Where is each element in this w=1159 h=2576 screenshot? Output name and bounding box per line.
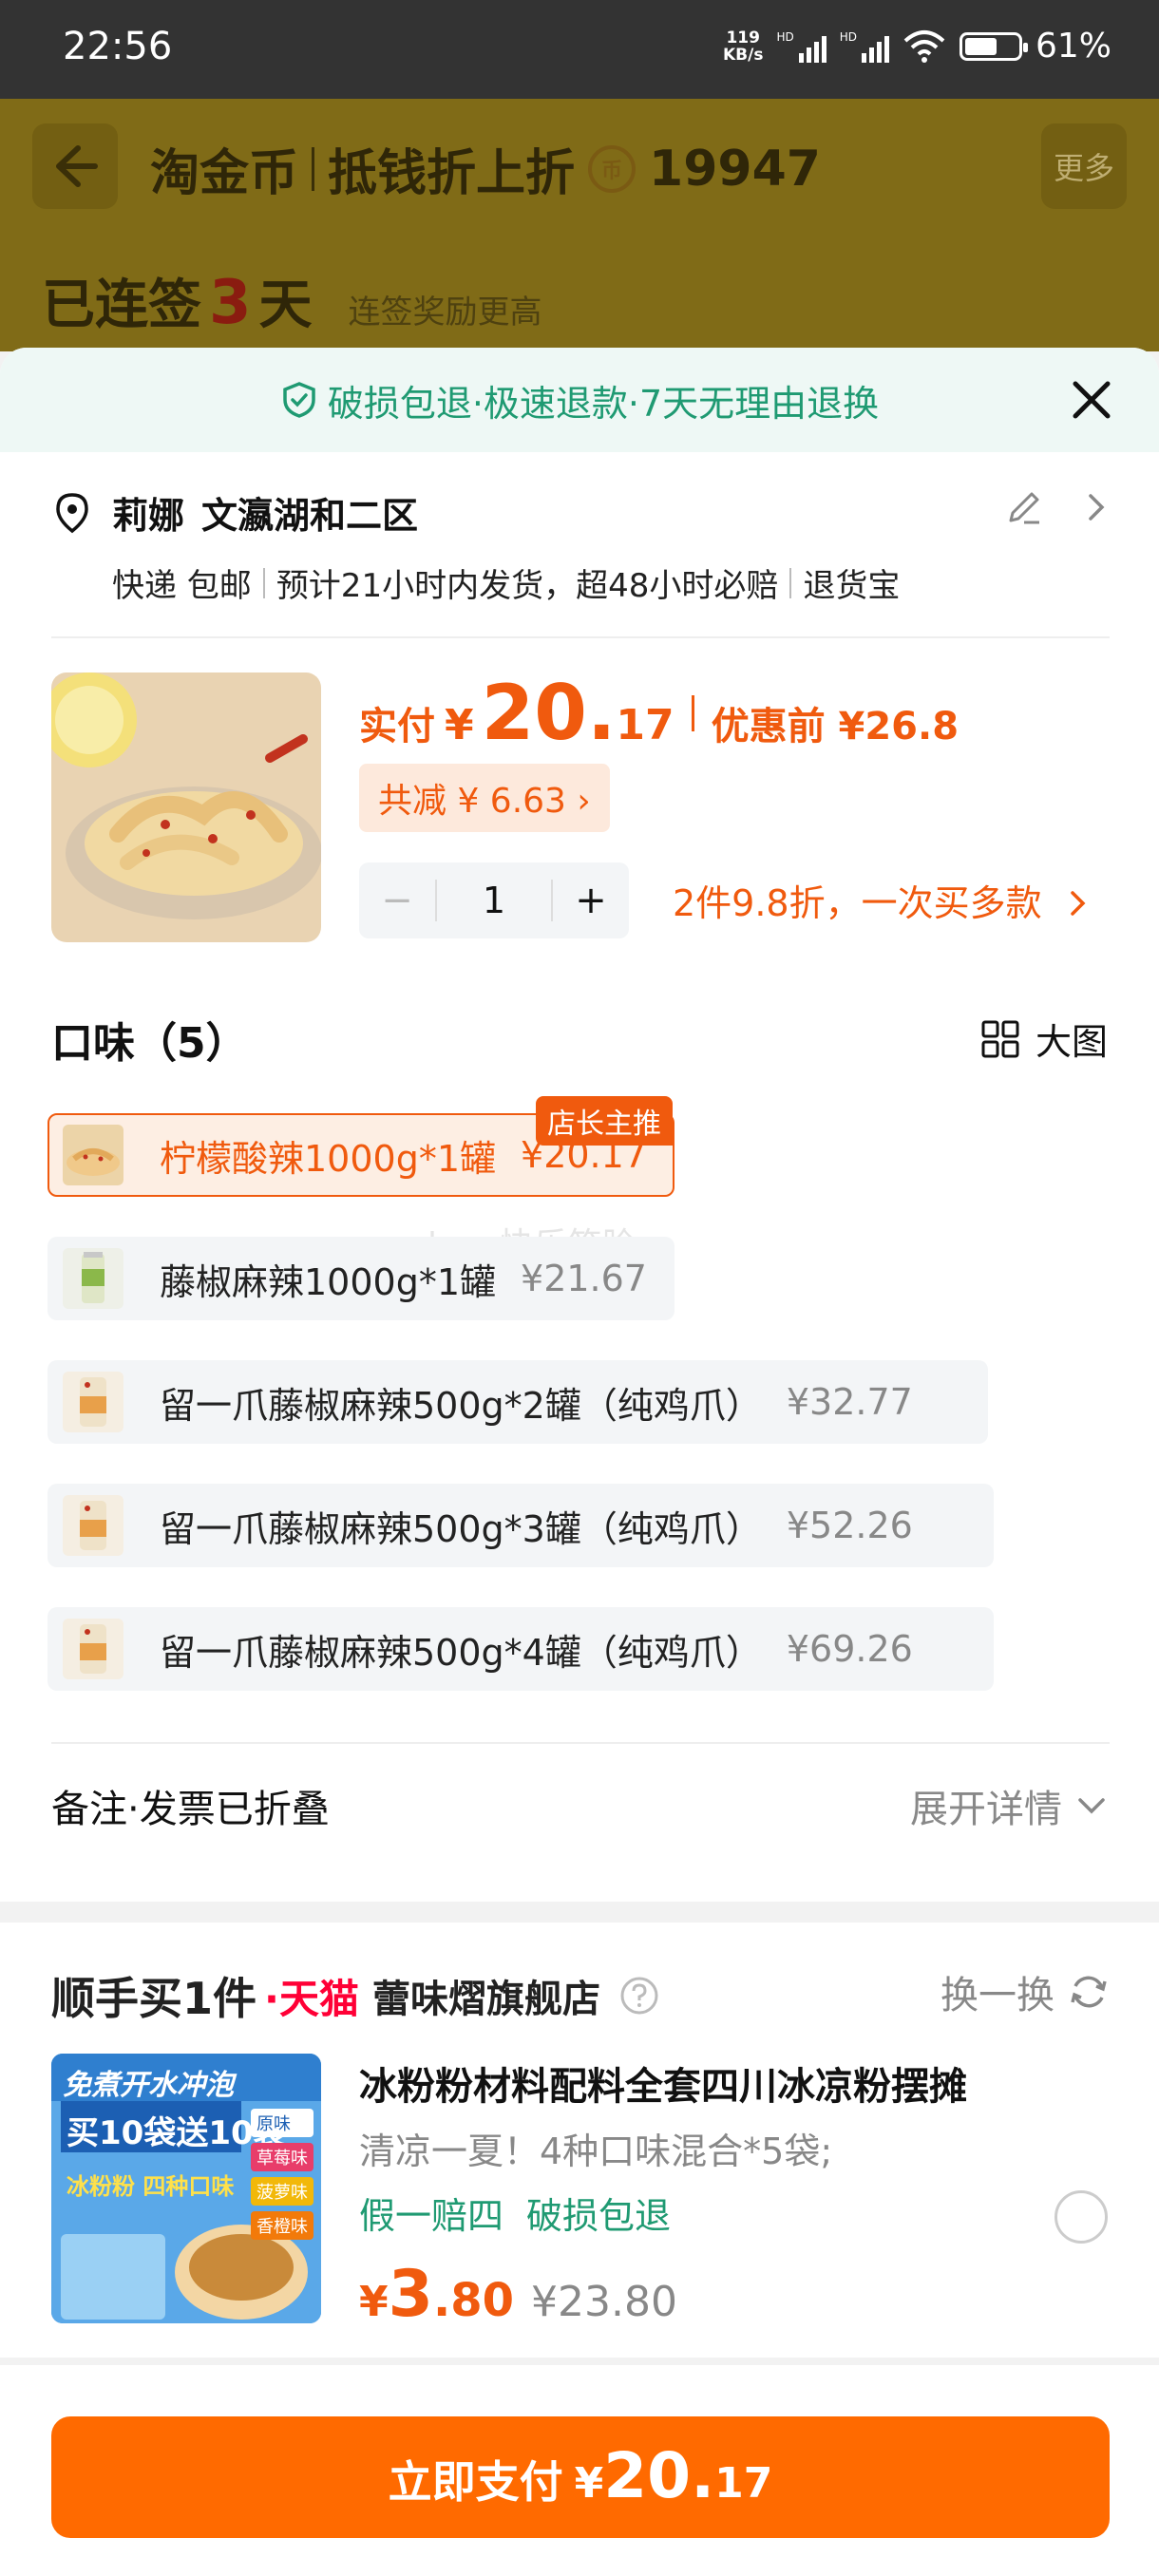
back-button[interactable] bbox=[32, 123, 118, 209]
option-thumbnail bbox=[63, 1495, 124, 1556]
flavor-option-selected[interactable]: 柠檬酸辣1000g*1罐 ¥20.17 店长主推 bbox=[48, 1096, 674, 1197]
divider bbox=[51, 636, 1110, 638]
store-name[interactable]: 蕾味熠旗舰店 bbox=[372, 1968, 600, 2023]
divider bbox=[51, 1742, 1110, 1744]
image-flavor: 草莓味 bbox=[251, 2143, 314, 2171]
product-image[interactable] bbox=[51, 672, 321, 942]
shield-check-icon bbox=[283, 382, 315, 418]
option-price: ¥52.26 bbox=[786, 1505, 913, 1546]
tmall-logo: ·天猫 bbox=[264, 1975, 359, 2022]
battery-icon bbox=[959, 31, 1028, 61]
coin-count: 19947 bbox=[649, 140, 821, 198]
option-price: ¥69.26 bbox=[786, 1628, 913, 1670]
option-thumbnail bbox=[63, 1619, 124, 1679]
delivery-method: 快递 包邮 bbox=[112, 567, 252, 605]
paid-price: 实付 ¥ 20. 17 优惠前 ¥26.8 bbox=[359, 669, 960, 757]
status-bar: 22:56 119 KB/s HD HD 61% bbox=[0, 0, 1159, 99]
upsell-header: 顺手买1件 ·天猫 蕾味熠旗舰店 换一换 bbox=[51, 1964, 1110, 2027]
upsell-title[interactable]: 冰粉粉材料配料全套四川冰凉粉摆摊 bbox=[359, 2055, 967, 2111]
taojinbi-logo: 淘金币 bbox=[150, 145, 299, 202]
pay-now-button[interactable]: 立即支付 ¥ 20. 17 bbox=[51, 2416, 1110, 2538]
image-flavor: 香橙味 bbox=[251, 2211, 314, 2240]
damage-return-tag: 破损包退 bbox=[526, 2195, 672, 2237]
buy-one-more-label: 顺手买1件 bbox=[51, 1973, 257, 2024]
checkin-streak: 已连签 3 天 连签奖励更高 bbox=[42, 268, 542, 338]
chevron-down-icon bbox=[1078, 1798, 1105, 1814]
quantity-value[interactable]: 1 bbox=[435, 880, 553, 921]
section-gap bbox=[0, 1902, 1159, 1923]
header-divider bbox=[312, 146, 315, 191]
image-text-top: 免煮开水冲泡 bbox=[63, 2069, 234, 2102]
swap-button[interactable]: 换一换 bbox=[940, 1964, 1110, 2019]
bulk-offer-link[interactable]: 2件9.8折，一次买多款 bbox=[673, 874, 1090, 926]
fake-compensation-tag: 假一赔四 bbox=[359, 2195, 504, 2237]
location-pin-icon bbox=[56, 492, 88, 533]
upsell-price: ¥ 3 .80 ¥23.80 bbox=[359, 2257, 677, 2332]
flavor-option[interactable]: 留一爪藤椒麻辣500g*3罐（纯鸡爪） ¥52.26 bbox=[48, 1484, 994, 1567]
option-thumbnail bbox=[63, 1125, 124, 1185]
delivery-info: 快递 包邮 预计21小时内发货，超48小时必赔 退货宝 bbox=[112, 559, 1110, 606]
manager-pick-badge: 店长主推 bbox=[536, 1096, 673, 1146]
help-icon[interactable] bbox=[619, 1976, 659, 2016]
chevron-right-icon[interactable] bbox=[1083, 486, 1110, 528]
wifi-icon bbox=[903, 29, 945, 63]
option-name: 柠檬酸辣1000g*1罐 bbox=[160, 1137, 497, 1180]
flavor-option[interactable]: 留一爪藤椒麻辣500g*2罐（纯鸡爪） ¥32.77 bbox=[48, 1360, 988, 1444]
flavor-heading: 口味（5） bbox=[51, 1019, 248, 1068]
signal-icon-2: HD bbox=[840, 30, 889, 63]
coin-icon: 币 bbox=[588, 144, 636, 193]
refresh-icon bbox=[1071, 1976, 1107, 2008]
option-thumbnail bbox=[63, 1248, 124, 1309]
address-section[interactable]: 莉娜 文瀛湖和二区 快递 包邮 预计21小时内发货，超48小时必赔 退货宝 bbox=[51, 486, 1110, 606]
image-text-sub: 冰粉粉 四种口味 bbox=[66, 2173, 235, 2200]
guarantee-text: 破损包退·极速退款·7天无理由退换 bbox=[327, 382, 880, 425]
increase-button[interactable]: + bbox=[553, 879, 629, 922]
address-location: 文瀛湖和二区 bbox=[201, 495, 419, 537]
background-page: 淘金币 抵钱折上折 币 19947 更多 已连签 3 天 连签奖励更高 bbox=[0, 99, 1159, 351]
status-icons: 119 KB/s HD HD 61% bbox=[723, 27, 1112, 66]
image-flavor: 菠萝味 bbox=[251, 2177, 314, 2206]
close-icon[interactable] bbox=[1066, 374, 1117, 426]
status-time: 22:56 bbox=[63, 25, 173, 68]
expand-details-button[interactable]: 展开详情 bbox=[910, 1778, 1108, 1833]
grid-icon bbox=[981, 1020, 1019, 1057]
checkout-sheet: 破损包退·极速退款·7天无理由退换 莉娜 文瀛湖和二区 快递 包邮 预计21小时… bbox=[0, 348, 1159, 2576]
option-thumbnail bbox=[63, 1372, 124, 1432]
ship-time: 预计21小时内发货，超48小时必赔 bbox=[276, 567, 779, 605]
image-flavor: 原味 bbox=[251, 2109, 314, 2137]
option-price: ¥21.67 bbox=[521, 1258, 647, 1299]
upsell-tags: 假一赔四 破损包退 bbox=[359, 2187, 671, 2239]
big-image-toggle[interactable]: 大图 bbox=[980, 1013, 1108, 1065]
upsell-original-price: ¥23.80 bbox=[530, 2278, 677, 2326]
total-discount-chip[interactable]: 共减 ¥ 6.63 › bbox=[359, 764, 610, 832]
return-insurance: 退货宝 bbox=[803, 567, 901, 605]
network-speed: 119 KB/s bbox=[722, 28, 764, 65]
decrease-button[interactable]: − bbox=[359, 879, 435, 922]
taojinbi-header: 淘金币 抵钱折上折 币 19947 bbox=[150, 133, 821, 204]
upsell-description: 清凉一夏！4种口味混合*5袋; bbox=[359, 2131, 833, 2172]
more-button[interactable]: 更多 bbox=[1041, 123, 1127, 209]
quantity-stepper: − 1 + bbox=[359, 862, 629, 938]
option-name: 藤椒麻辣1000g*1罐 bbox=[160, 1260, 497, 1303]
recipient-name: 莉娜 bbox=[112, 495, 185, 537]
pay-bar: 立即支付 ¥ 20. 17 bbox=[0, 2358, 1159, 2576]
signal-icon: HD bbox=[776, 30, 826, 63]
flavor-option[interactable]: 藤椒麻辣1000g*1罐 ¥21.67 bbox=[48, 1237, 674, 1320]
upsell-product-image[interactable]: 免煮开水冲泡 买10袋送10袋 冰粉粉 四种口味 原味 草莓味 菠萝味 香橙味 bbox=[51, 2054, 321, 2323]
flavor-option[interactable]: 留一爪藤椒麻辣500g*4罐（纯鸡爪） ¥69.26 bbox=[48, 1607, 994, 1691]
option-price: ¥32.77 bbox=[786, 1381, 913, 1423]
chevron-right-icon bbox=[1070, 891, 1086, 916]
upsell-select-radio[interactable] bbox=[1054, 2190, 1108, 2244]
guarantee-banner: 破损包退·极速退款·7天无理由退换 bbox=[0, 348, 1159, 452]
option-name: 留一爪藤椒麻辣500g*4罐（纯鸡爪） bbox=[160, 1631, 762, 1674]
arrow-left-icon bbox=[56, 145, 98, 187]
option-name: 留一爪藤椒麻辣500g*2罐（纯鸡爪） bbox=[160, 1384, 762, 1427]
option-name: 留一爪藤椒麻辣500g*3罐（纯鸡爪） bbox=[160, 1507, 762, 1550]
price-before-discount: 优惠前 ¥26.8 bbox=[711, 705, 960, 748]
header-subtitle: 抵钱折上折 bbox=[328, 145, 576, 202]
battery-percent: 61% bbox=[1035, 27, 1112, 66]
edit-pencil-icon[interactable] bbox=[1003, 486, 1045, 528]
note-invoice-label: 备注·发票已折叠 bbox=[51, 1788, 330, 1831]
